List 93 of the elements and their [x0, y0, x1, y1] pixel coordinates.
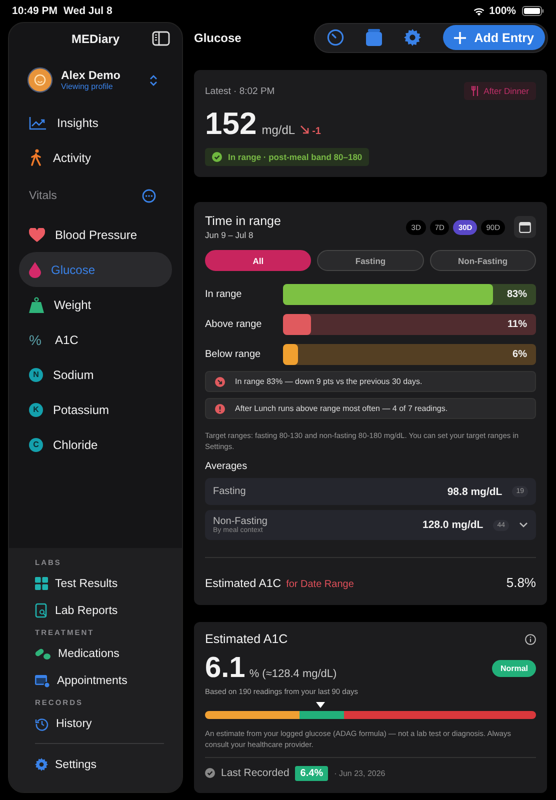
meal-tag: After Dinner [464, 82, 536, 100]
card-title: Time in range [205, 214, 281, 228]
battery-level: 100% [489, 5, 516, 17]
glucose-value: 152 [205, 106, 257, 142]
nav-item[interactable]: Medications [35, 640, 164, 667]
estimate-value: 5.8% [506, 575, 536, 590]
percent-sign: % [29, 332, 42, 348]
last-recorded-date: · Jun 23, 2026 [334, 768, 386, 778]
wifi-icon [473, 6, 486, 16]
element-badge: K [29, 402, 43, 416]
plus-icon [454, 32, 466, 44]
estimate-qualifier: for Date Range [286, 579, 354, 590]
settings-icon[interactable] [404, 29, 422, 46]
calendar-button[interactable] [514, 216, 536, 238]
averages-heading: Averages [205, 461, 248, 472]
section-heading: Vitals [29, 190, 57, 202]
nav-item[interactable]: Insights [19, 105, 172, 140]
calendar-icon [35, 674, 50, 688]
bar-label: Above range [205, 319, 263, 330]
verified-icon [205, 768, 215, 778]
check-circle-icon [212, 152, 222, 162]
profile-subtitle: Viewing profile [61, 82, 114, 90]
insight-text: In range 83% — down 9 pts vs the previous 30 days. [235, 377, 422, 386]
nav-item[interactable]: Test Results [35, 570, 164, 597]
glucose-unit: mg/dL [262, 123, 296, 137]
settings-icon [35, 758, 48, 771]
add-entry-button[interactable]: Add Entry [443, 25, 545, 50]
settings-item[interactable]: Settings [35, 751, 164, 778]
more-icon[interactable] [142, 189, 156, 203]
a1c-value: 6.1 [205, 652, 246, 685]
trend-chart-icon [29, 116, 47, 130]
insight-text: After Lunch runs above range most often — 4 of 7 readings. [235, 404, 448, 413]
nav-item[interactable]: Glucose [19, 252, 172, 287]
heart-icon [29, 228, 45, 242]
gauge-icon[interactable] [327, 29, 344, 46]
filter-tab[interactable]: Non-Fasting [430, 250, 536, 271]
weight-icon [29, 296, 44, 312]
filter-tab[interactable]: All [205, 250, 312, 271]
nav-item[interactable]: History [35, 710, 164, 737]
date-range: Jun 9 – Jul 8 [205, 230, 254, 240]
nav-item[interactable]: % A1C [19, 322, 172, 357]
profile-name: Alex Demo [61, 70, 122, 82]
nav-item[interactable]: K Potassium [19, 392, 172, 427]
average-value: 128.0 mg/dL [422, 519, 484, 531]
card-title: Estimated A1C [205, 632, 288, 646]
page-title: Glucose [194, 30, 242, 44]
warning-icon [215, 404, 225, 414]
chevron-updown-icon[interactable] [149, 74, 158, 86]
last-recorded-label: Last Recorded [221, 767, 290, 780]
app-title: MEDiary [71, 32, 120, 46]
avatar-icon [27, 67, 53, 93]
report-search-icon [35, 603, 48, 618]
bar-percent: 83% [506, 289, 528, 300]
nav-item[interactable]: Blood Pressure [19, 217, 172, 252]
grid-icon [35, 577, 48, 590]
average-value: 98.8 mg/dL [447, 486, 502, 498]
sidebar-toggle-icon[interactable] [152, 31, 170, 46]
bar-label: Below range [205, 349, 262, 360]
info-icon[interactable] [525, 634, 536, 644]
decline-icon [215, 376, 225, 386]
estimate-label: Estimated A1C [205, 578, 282, 590]
chevron-icon[interactable] [519, 522, 528, 528]
drop-icon [29, 262, 41, 278]
status-badge: Normal [492, 660, 536, 677]
pills-icon [35, 647, 51, 660]
battery-icon [522, 6, 544, 16]
range-status: In range · post-meal band 80–180 [205, 148, 370, 166]
stack-icon[interactable] [366, 29, 382, 46]
bar-percent: 6% [512, 349, 528, 360]
a1c-unit: % (≈128.4 mg/dL) [249, 668, 337, 680]
filter-tab[interactable]: Fasting [317, 250, 424, 271]
nav-item[interactable]: Activity [19, 140, 172, 175]
nav-item[interactable]: C Chloride [19, 427, 172, 462]
calendar-icon [519, 222, 531, 232]
nav-item[interactable]: Lab Reports [35, 597, 164, 624]
walking-person-icon [29, 149, 43, 166]
status-time: 10:49 PM [12, 5, 58, 17]
last-recorded-value: 6.4% [295, 766, 328, 781]
nav-item[interactable]: Appointments [35, 667, 164, 694]
fork-knife-icon [470, 86, 479, 96]
latest-label: Latest · 8:02 PM [205, 86, 275, 96]
element-badge: N [29, 368, 43, 382]
status-date: Wed Jul 8 [64, 5, 112, 17]
average-label: Non-Fasting [213, 516, 268, 527]
nav-item[interactable]: Weight [19, 287, 172, 322]
nav-item[interactable]: N Sodium [19, 357, 172, 392]
bar-percent: 11% [508, 319, 528, 330]
bar-label: In range [205, 289, 243, 300]
average-label: Fasting [213, 486, 246, 497]
glucose-delta: -1 [312, 126, 321, 137]
history-icon [35, 716, 49, 730]
element-badge: C [29, 438, 43, 452]
trend-down-icon [300, 125, 310, 134]
